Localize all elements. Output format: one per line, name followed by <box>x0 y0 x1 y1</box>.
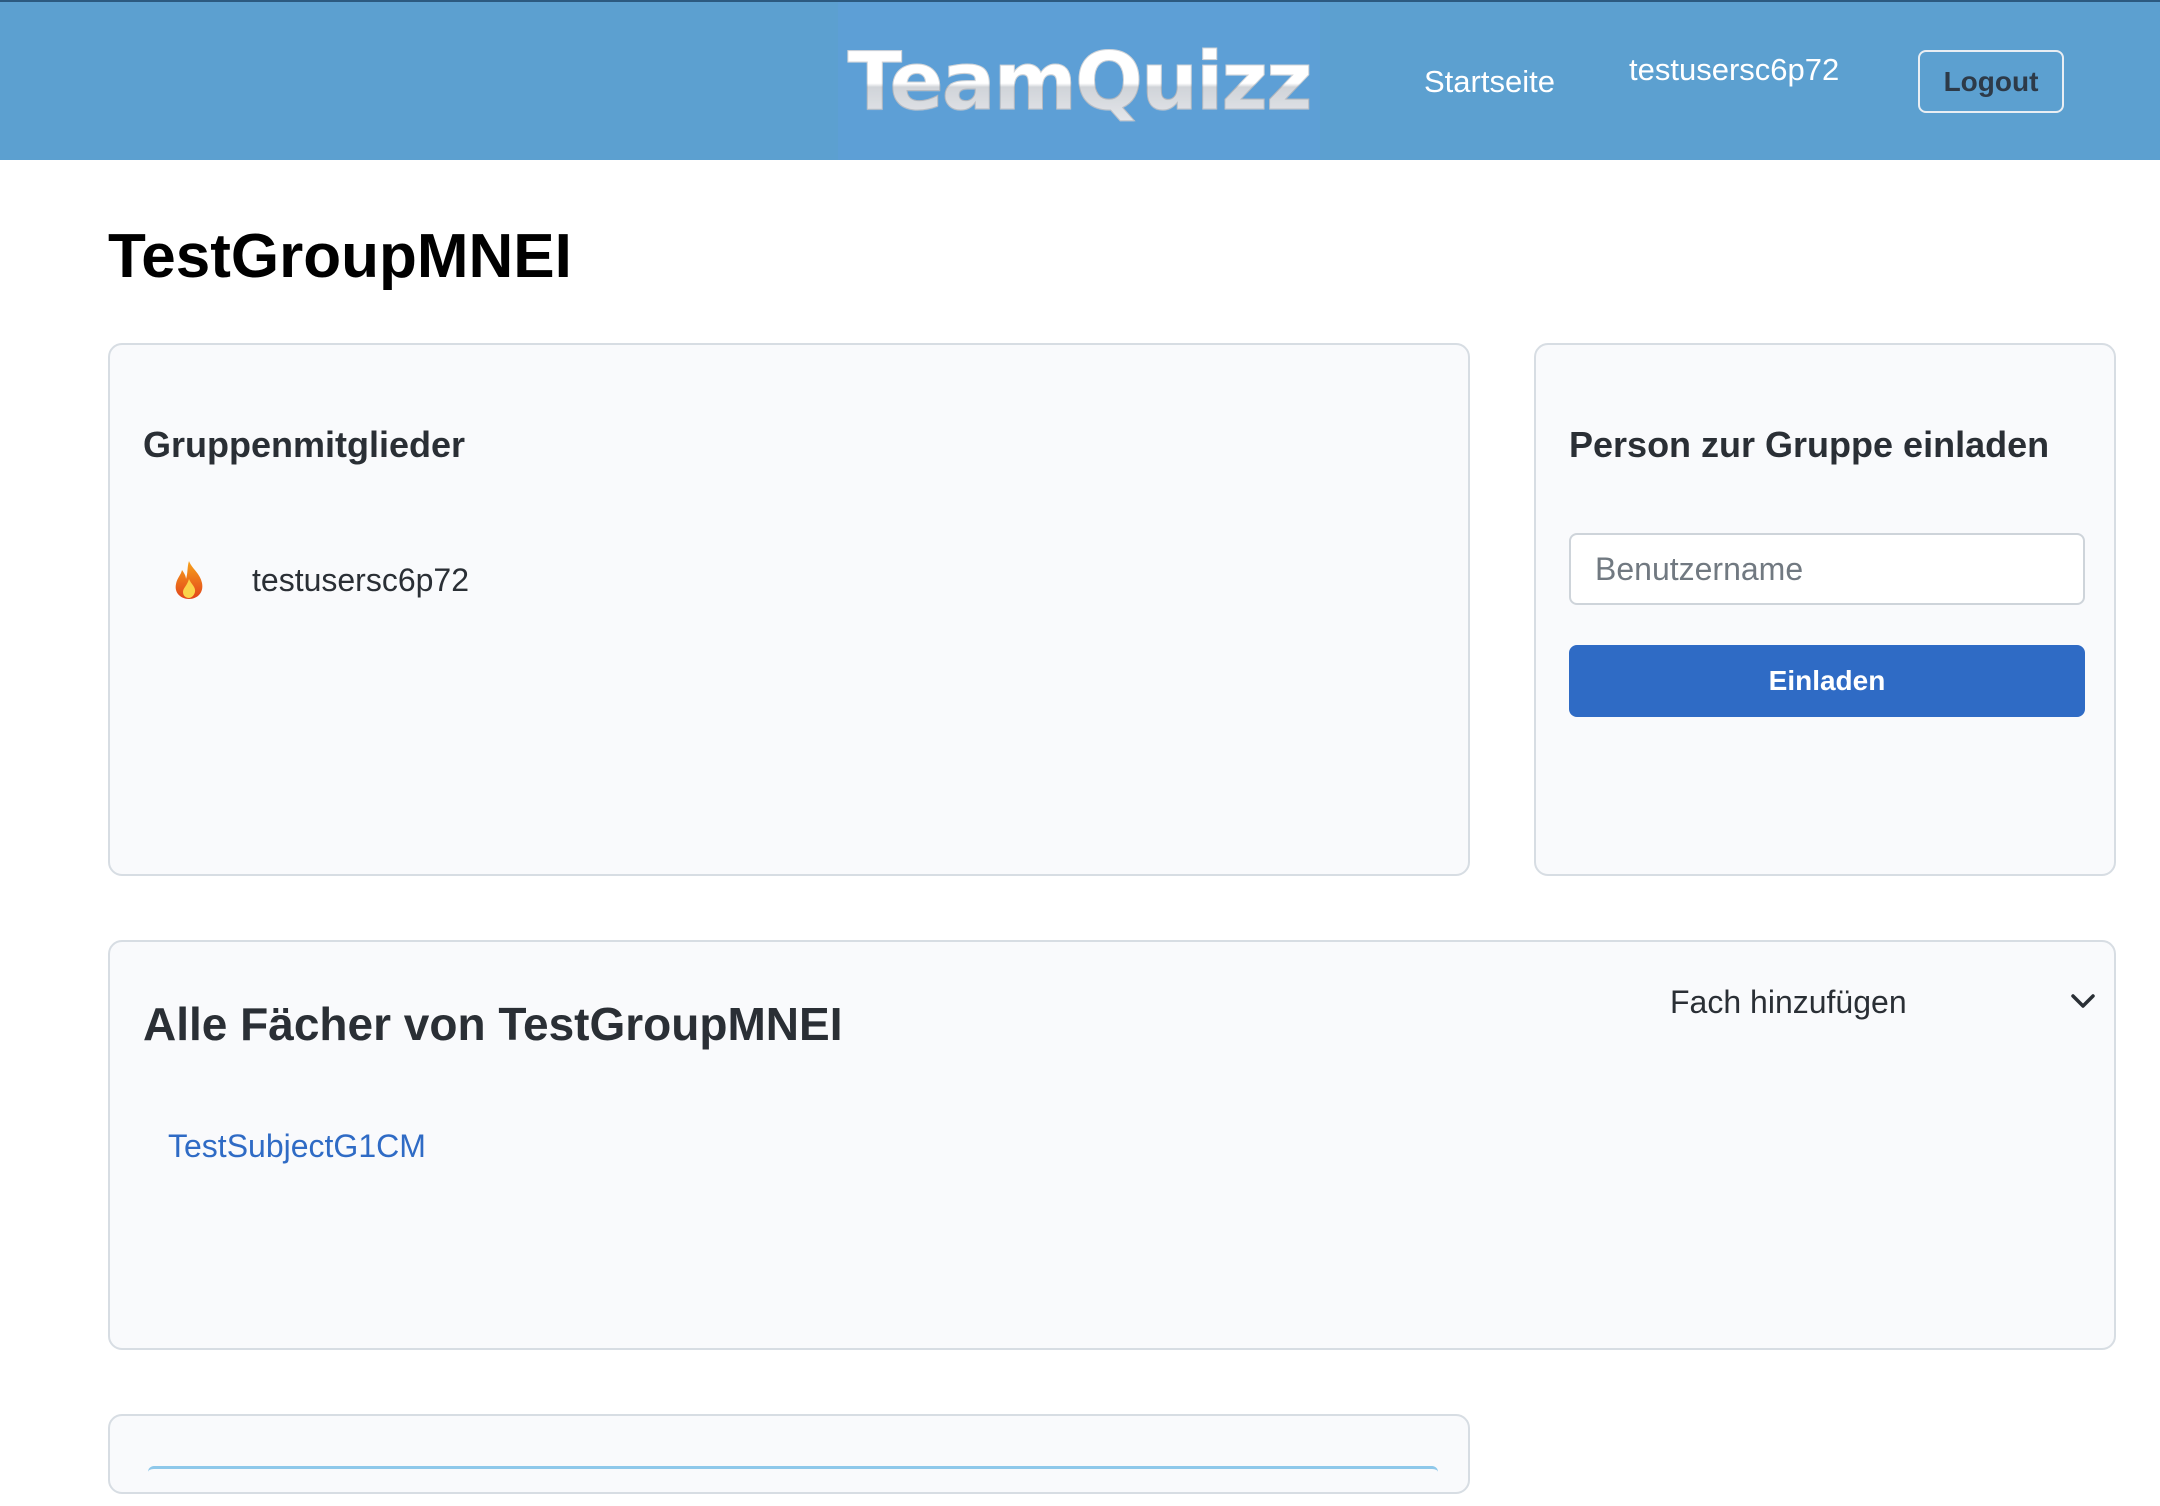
username-input[interactable] <box>1569 533 2085 605</box>
nav-link-username[interactable]: testusersc6p72 <box>1629 52 1839 88</box>
nav-link-startseite[interactable]: Startseite <box>1424 64 1555 100</box>
logo[interactable]: TeamQuizz <box>838 2 1320 160</box>
bottom-card-content <box>148 1466 1438 1506</box>
list-item: testusersc6p72 <box>170 559 469 601</box>
member-name: testusersc6p72 <box>252 561 470 598</box>
subjects-card: Alle Fächer von TestGroupMNEI Fach hinzu… <box>108 940 2116 1350</box>
page-title: TestGroupMNEI <box>108 222 572 291</box>
logout-button[interactable]: Logout <box>1918 50 2064 113</box>
subjects-heading: Alle Fächer von TestGroupMNEI <box>143 998 843 1050</box>
top-navbar: TeamQuizz Startseite testusersc6p72 Logo… <box>0 0 2160 160</box>
subject-link[interactable]: TestSubjectG1CM <box>168 1128 426 1165</box>
add-subject-dropdown[interactable]: Fach hinzufügen <box>1670 972 2098 1032</box>
add-subject-label: Fach hinzufügen <box>1670 983 1907 1020</box>
invite-heading: Person zur Gruppe einladen <box>1569 424 2050 465</box>
members-heading: Gruppenmitglieder <box>143 424 466 465</box>
chevron-down-icon <box>2071 994 2095 1008</box>
invite-card: Person zur Gruppe einladen Einladen <box>1534 343 2116 876</box>
members-card: Gruppenmitglieder testusersc6p72 <box>108 343 1470 876</box>
logo-text: TeamQuizz <box>847 34 1313 128</box>
bottom-card <box>108 1414 1470 1494</box>
invite-button[interactable]: Einladen <box>1569 645 2085 717</box>
fire-icon <box>175 561 203 599</box>
